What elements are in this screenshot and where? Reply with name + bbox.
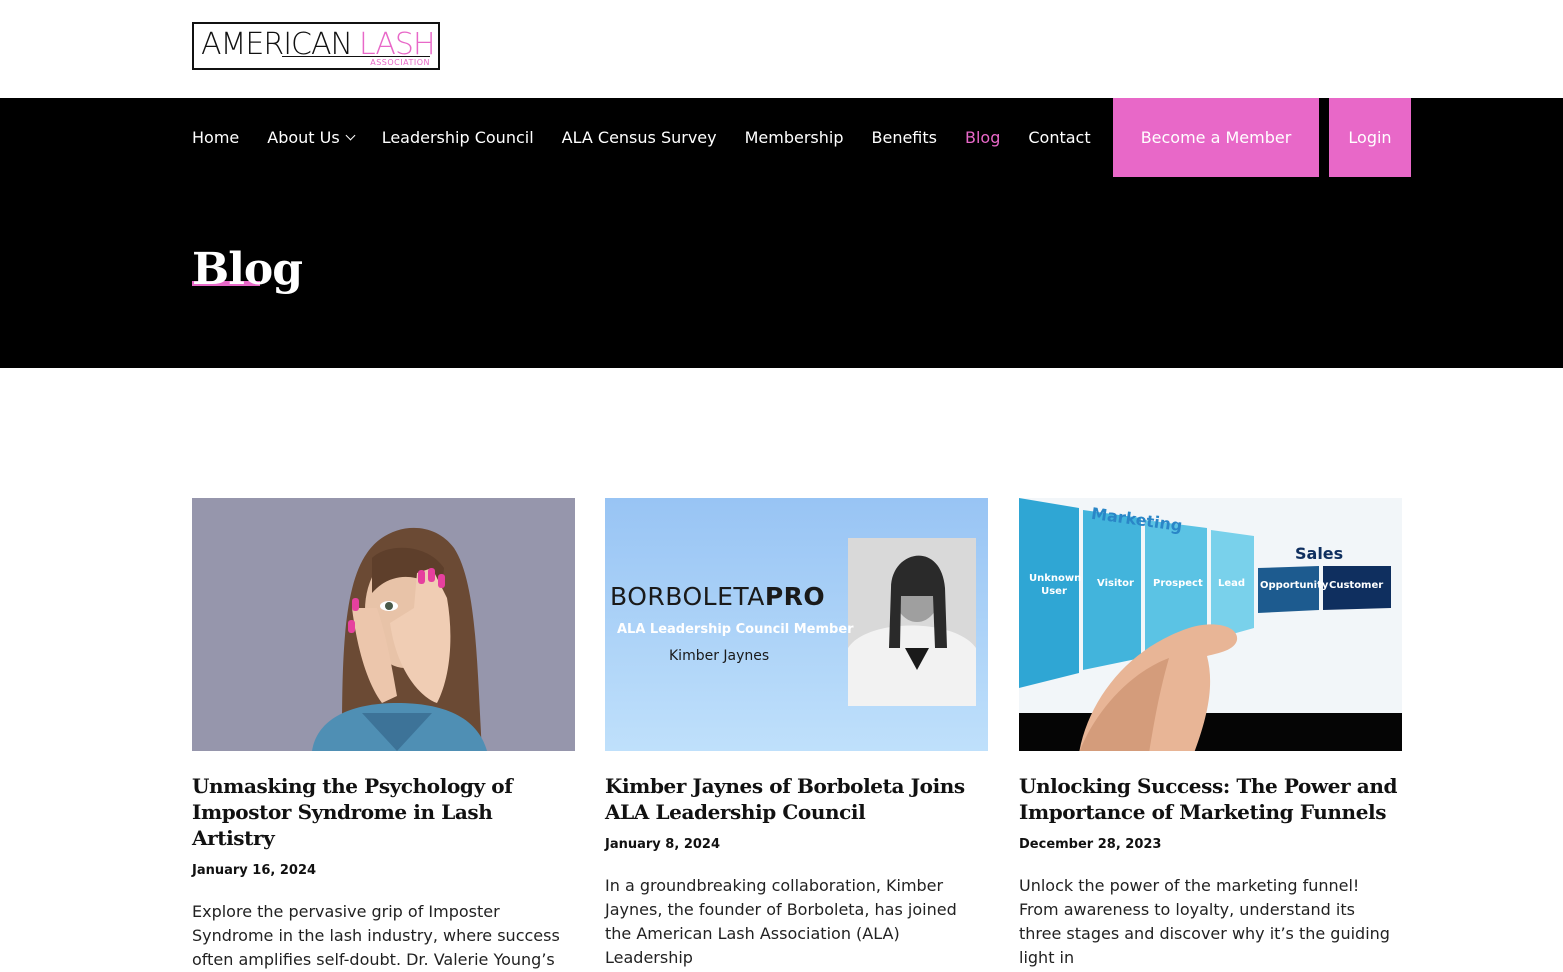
nav-census-survey[interactable]: ALA Census Survey: [562, 128, 717, 147]
post-title[interactable]: Unmasking the Psychology of Impostor Syn…: [192, 773, 575, 851]
stage-lead: Lead: [1218, 578, 1246, 589]
post-title[interactable]: Kimber Jaynes of Borboleta Joins ALA Lea…: [605, 773, 988, 825]
logo-divider: [282, 56, 430, 57]
page-title: Blog: [192, 244, 303, 295]
blog-card-funnels: Marketing Sales Unknown User Visitor Pro…: [1019, 498, 1402, 970]
nav-membership[interactable]: Membership: [745, 128, 844, 147]
nav-contact[interactable]: Contact: [1028, 128, 1090, 147]
post-title[interactable]: Unlocking Success: The Power and Importa…: [1019, 773, 1402, 825]
image-subtitle: ALA Leadership Council Member: [617, 622, 854, 637]
post-date: December 28, 2023: [1019, 837, 1162, 852]
nav-about-us-label: About Us: [267, 128, 340, 147]
login-button[interactable]: Login: [1329, 98, 1411, 177]
stage-customer: Customer: [1329, 580, 1384, 591]
image-brand-b: PRO: [764, 582, 826, 611]
post-excerpt: Explore the pervasive grip of Imposter S…: [192, 902, 560, 969]
chevron-down-icon: [345, 130, 356, 141]
stage-opportunity: Opportunity: [1260, 580, 1329, 591]
post-image-impostor[interactable]: [192, 498, 575, 751]
image-person-name: Kimber Jaynes: [669, 648, 770, 664]
post-date: January 8, 2024: [605, 837, 720, 852]
nav-blog[interactable]: Blog: [965, 128, 1000, 147]
logo-tagline: ASSOCIATION: [370, 58, 430, 67]
nav-benefits[interactable]: Benefits: [872, 128, 938, 147]
stage-prospect: Prospect: [1153, 578, 1203, 589]
site-logo[interactable]: AMERICAN LASH ASSOCIATION: [192, 22, 440, 70]
nav-leadership-council[interactable]: Leadership Council: [382, 128, 534, 147]
stage-unknown-user: Unknown User: [1029, 573, 1082, 597]
nav-about-us[interactable]: About Us: [267, 128, 356, 147]
become-member-button[interactable]: Become a Member: [1113, 98, 1319, 177]
site-header: AMERICAN LASH ASSOCIATION: [0, 0, 1563, 98]
post-image-kimber[interactable]: BORBOLETAPRO ALA Leadership Council Memb…: [605, 498, 988, 751]
image-sales-label: Sales: [1295, 544, 1344, 563]
image-brand-line: BORBOLETAPRO: [610, 582, 825, 611]
stage-visitor: Visitor: [1097, 578, 1134, 589]
nav-home[interactable]: Home: [192, 128, 239, 147]
blog-card-impostor: Unmasking the Psychology of Impostor Syn…: [192, 498, 575, 972]
blog-card-kimber: BORBOLETAPRO ALA Leadership Council Memb…: [605, 498, 988, 970]
post-excerpt: Unlock the power of the marketing funnel…: [1019, 876, 1390, 967]
post-date: January 16, 2024: [192, 863, 317, 878]
post-image-funnels[interactable]: Marketing Sales Unknown User Visitor Pro…: [1019, 498, 1402, 751]
image-brand-a: BORBOLETA: [610, 582, 765, 611]
main-nav: Home About Us Leadership Council ALA Cen…: [192, 98, 1119, 177]
hero-banner: Home About Us Leadership Council ALA Cen…: [0, 98, 1563, 368]
post-excerpt: In a groundbreaking collaboration, Kimbe…: [605, 876, 957, 967]
